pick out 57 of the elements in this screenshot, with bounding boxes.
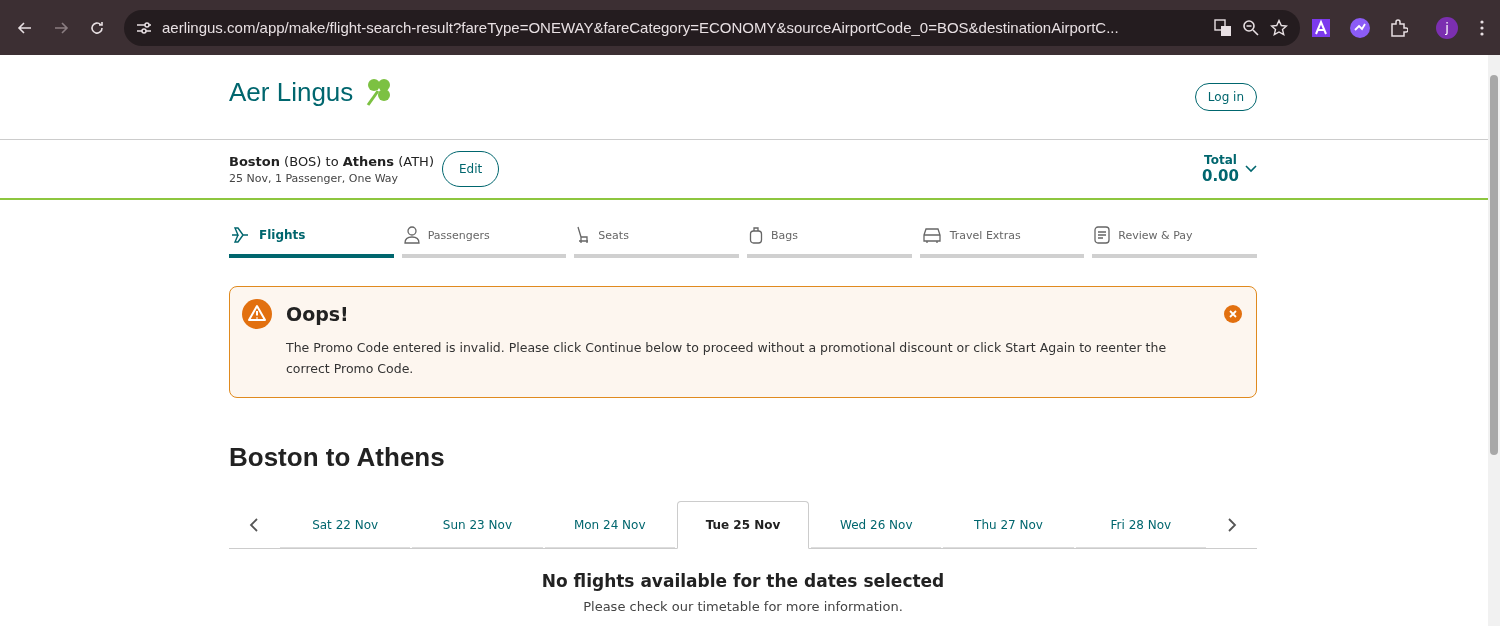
date-tab[interactable]: Fri 28 Nov [1075,502,1206,548]
alert-title: Oops! [286,303,350,325]
step-label: Review & Pay [1118,228,1193,242]
star-icon[interactable] [1270,18,1288,37]
zoom-icon[interactable] [1242,18,1260,37]
profile-avatar[interactable]: j [1436,16,1458,39]
step-label: Bags [771,228,799,242]
date-tab[interactable]: Wed 26 Nov [811,502,942,548]
login-button[interactable]: Log in [1194,83,1257,111]
chevron-down-icon[interactable] [1245,165,1257,173]
date-tab[interactable]: Tue 25 Nov [676,501,810,549]
bag-icon [749,226,763,244]
total-amount: 0.00 [1202,167,1239,185]
menu-icon[interactable] [1480,19,1484,36]
checklist-icon [1094,226,1111,244]
car-icon [921,227,942,243]
step-label: Seats [598,228,629,242]
progress-step[interactable]: Travel Extras [919,226,1085,258]
date-tab[interactable]: Mon 24 Nov [544,502,675,548]
address-bar[interactable]: aerlingus.com/app/make/flight-search-result?fareType=ONEWAY&fareCategory=ECONOMY&sourceAirportCode_0=BOS&destinationAirportC... [124,9,1300,46]
progress-step[interactable]: Passengers [401,226,567,258]
url-text: aerlingus.com/app/make/flight-search-result?fareType=ONEWAY&fareCategory=ECONOMY&sourceAirportCode_0=BOS&destinationAirportC... [162,19,1120,36]
route-summary: Boston (BOS) to Athens (ATH) [229,153,434,169]
empty-title: No flights available for the dates selected [540,571,946,591]
date-tab[interactable]: Sun 23 Nov [412,502,543,548]
reload-icon[interactable] [89,19,105,36]
chevron-left-icon[interactable] [249,518,259,532]
chevron-right-icon[interactable] [1226,518,1237,532]
progress-step[interactable]: Seats [574,226,739,258]
step-label: Travel Extras [949,228,1021,242]
step-label: Passengers [427,228,490,242]
back-arrow-icon[interactable] [17,19,33,36]
progress-step[interactable]: Flights [229,226,394,258]
plane-icon [231,226,251,244]
close-icon[interactable] [1224,305,1242,323]
progress-step[interactable]: Bags [747,226,912,258]
site-settings-icon[interactable] [136,20,152,35]
translate-icon[interactable] [1214,18,1232,37]
puzzle-icon[interactable] [1390,18,1408,37]
person-icon [403,226,420,244]
page-heading: Boston to Athens [229,442,446,473]
scrollbar[interactable] [1488,55,1500,626]
extension-icon[interactable] [1350,17,1370,38]
date-tab[interactable]: Thu 27 Nov [943,502,1074,548]
empty-message: Please check our timetable for more information. [582,599,904,614]
step-label: Flights [259,228,306,242]
warning-icon [242,299,272,329]
alert-message: The Promo Code entered is invalid. Please click Continue below to proceed without a promotional discount or click Start Again to reenter the correct Promo Code. [286,339,1168,378]
edit-button[interactable]: Edit [442,151,500,187]
forward-arrow-icon[interactable] [53,19,69,36]
trip-details: 25 Nov, 1 Passenger, One Way [229,171,400,185]
seat-icon [576,226,591,244]
progress-step[interactable]: Review & Pay [1092,226,1258,258]
date-tab[interactable]: Sat 22 Nov [280,502,411,548]
logo-text[interactable]: Aer Lingus [229,76,354,108]
extension-icon[interactable] [1312,18,1330,37]
total-label: Total [1204,153,1237,167]
